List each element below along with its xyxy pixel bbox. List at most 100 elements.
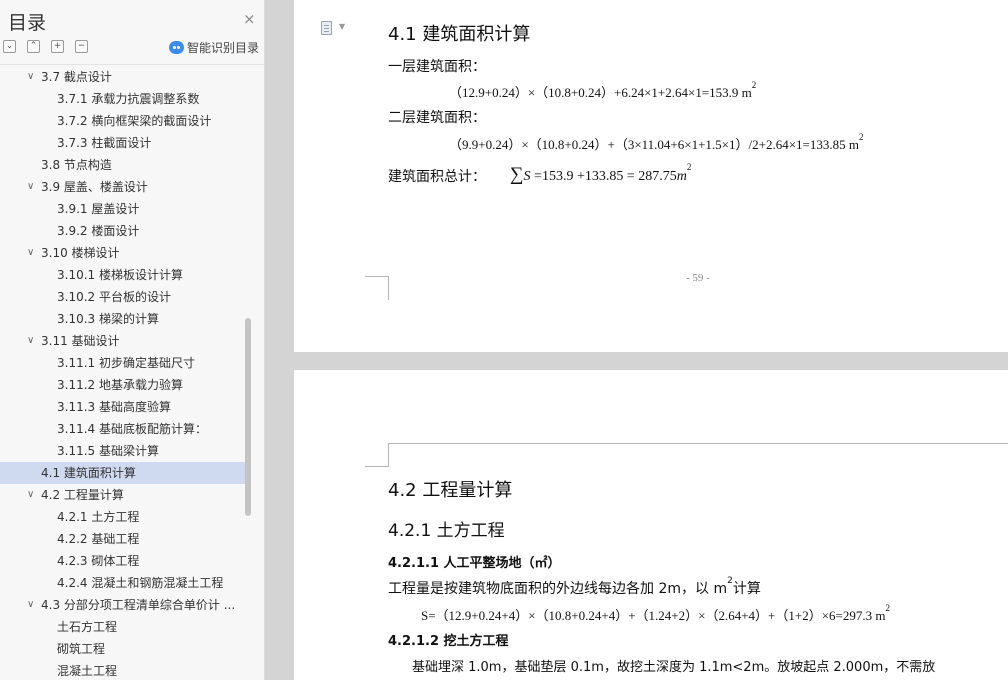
close-icon[interactable]: ×: [243, 10, 256, 28]
chevron-down-icon[interactable]: ∨: [27, 66, 34, 88]
toc-item[interactable]: ∨ 3.7 截点设计: [0, 66, 250, 88]
toc-item[interactable]: ∨ 3.9 屋盖、楼盖设计: [0, 176, 250, 198]
toc-item-label: 3.11.5 基础梁计算: [57, 444, 159, 458]
toc-list: ∨ 3.7 截点设计 3.7.1 承载力抗震调整系数 3.7.2 横向框架梁的截面设计…: [0, 66, 250, 680]
toc-item[interactable]: ∨ 4.2 工程量计算: [0, 484, 250, 506]
page-number: - 59 -: [686, 272, 710, 284]
heading-4-2-1-1: 4.2.1.1 人工平整场地（㎡）: [388, 556, 561, 571]
add-heading-icon[interactable]: +: [51, 40, 64, 53]
toc-item[interactable]: 3.9.2 楼面设计: [0, 220, 250, 242]
toc-item-label: 3.11.1 初步确定基础尺寸: [57, 356, 195, 370]
chevron-down-icon[interactable]: ∨: [27, 594, 34, 616]
toc-item-label: 3.8 节点构造: [41, 158, 112, 172]
toc-item[interactable]: 3.10.1 楼梯板设计计算: [0, 264, 250, 286]
toc-item-label: 3.10 楼梯设计: [41, 246, 120, 260]
toc-item[interactable]: 砌筑工程: [0, 638, 250, 660]
chevron-down-icon[interactable]: ∨: [27, 242, 34, 264]
heading-4-1: 4.1 建筑面积计算: [388, 24, 531, 45]
paragraph-excavation: 基础埋深 1.0m，基础垫层 0.1m，故挖土深度为 1.1m<2m。放坡起点 …: [412, 660, 936, 675]
floor2-formula: （9.9+0.24）×（10.8+0.24）+（3×11.04+6×1+1.5×…: [449, 132, 864, 152]
toc-item[interactable]: 土石方工程: [0, 616, 250, 638]
toc-item[interactable]: 3.10.3 梯梁的计算: [0, 308, 250, 330]
toc-item-label: 3.7.3 柱截面设计: [57, 136, 152, 150]
toc-sidebar: 目录 × ⌄ ⌃ + − 智能识别目录 ∨ 3.7 截点设计 3.7.1 承载力抗震…: [0, 0, 265, 680]
toc-item[interactable]: 4.2.4 混凝土和钢筋混凝土工程: [0, 572, 250, 594]
toc-item-label: 4.2 工程量计算: [41, 488, 124, 502]
toc-item[interactable]: 4.2.3 砌体工程: [0, 550, 250, 572]
toc-item-label: 3.9.1 屋盖设计: [57, 202, 140, 216]
toc-item[interactable]: 3.8 节点构造: [0, 154, 250, 176]
toc-item[interactable]: 4.2.1 土方工程: [0, 506, 250, 528]
toc-item-label: 3.7.2 横向框架梁的截面设计: [57, 114, 212, 128]
document-viewer: 目录 × ⌄ ⌃ + − 智能识别目录 ∨ 3.7 截点设计 3.7.1 承载力抗震…: [0, 0, 1008, 680]
remove-heading-icon[interactable]: −: [75, 40, 88, 53]
page-60: 4.2 工程量计算 4.2.1 土方工程 4.2.1.1 人工平整场地（㎡） 工…: [294, 370, 1008, 680]
toc-item[interactable]: 3.11.2 地基承载力验算: [0, 374, 250, 396]
floor1-formula: （12.9+0.24）×（10.8+0.24）+6.24×1+2.64×1=15…: [449, 80, 757, 100]
toc-title: 目录: [8, 12, 47, 34]
total-formula: ∑S =153.9 +133.85 = 287.75m2: [510, 162, 692, 185]
toc-item-label: 3.10.2 平台板的设计: [57, 290, 171, 304]
toc-item-label: 4.3 分部分项工程清单综合单价计 ...: [41, 598, 236, 612]
toc-item[interactable]: 3.7.2 横向框架梁的截面设计: [0, 110, 250, 132]
toc-item[interactable]: 3.11.3 基础高度验算: [0, 396, 250, 418]
toc-item-label: 3.11.2 地基承载力验算: [57, 378, 183, 392]
total-label: 建筑面积总计：: [388, 169, 486, 185]
site-leveling-formula: S=（12.9+0.24+4）×（10.8+0.24+4）+（1.24+2）×（…: [421, 603, 890, 623]
ai-robot-icon: [169, 41, 184, 54]
paragraph-site-leveling: 工程量是按建筑物底面积的外边线每边各加 2m，以 m2计算: [388, 576, 761, 597]
toc-item[interactable]: 3.9.1 屋盖设计: [0, 198, 250, 220]
expand-all-icon[interactable]: ⌃: [27, 40, 40, 53]
document-icon[interactable]: [321, 21, 332, 35]
toc-toolbar: ⌄ ⌃ + −: [3, 40, 88, 53]
toc-item[interactable]: 3.11.5 基础梁计算: [0, 440, 250, 462]
toc-item-label: 3.9.2 楼面设计: [57, 224, 140, 238]
header-rule: [389, 443, 1008, 444]
page-59: ▼ 4.1 建筑面积计算 一层建筑面积： （12.9+0.24）×（10.8+0…: [294, 0, 1008, 352]
toc-item[interactable]: ∨ 3.11 基础设计: [0, 330, 250, 352]
toc-item-label: 3.11 基础设计: [41, 334, 120, 348]
toc-item-label: 4.2.4 混凝土和钢筋混凝土工程: [57, 576, 224, 590]
floor2-label: 二层建筑面积：: [388, 110, 486, 126]
chevron-down-icon[interactable]: ▼: [339, 22, 345, 31]
toc-item-label: 3.11.3 基础高度验算: [57, 400, 171, 414]
toc-item[interactable]: 3.10.2 平台板的设计: [0, 286, 250, 308]
smart-toc-button[interactable]: 智能识别目录: [169, 39, 259, 56]
toc-scrollbar[interactable]: [245, 318, 251, 516]
chevron-down-icon[interactable]: ∨: [27, 176, 34, 198]
floor1-label: 一层建筑面积：: [388, 59, 486, 75]
page-corner-mark: [365, 276, 389, 300]
toc-item-label: 3.10.1 楼梯板设计计算: [57, 268, 183, 282]
toc-item-label: 4.2.1 土方工程: [57, 510, 140, 524]
toc-item[interactable]: 4.1 建筑面积计算: [0, 462, 250, 484]
heading-4-2-1-2: 4.2.1.2 挖土方工程: [388, 634, 509, 649]
chevron-down-icon[interactable]: ∨: [27, 330, 34, 352]
toc-item-label: 3.7 截点设计: [41, 70, 112, 84]
toc-item-label: 4.2.2 基础工程: [57, 532, 140, 546]
toc-item[interactable]: ∨ 3.10 楼梯设计: [0, 242, 250, 264]
toc-item-label: 4.2.3 砌体工程: [57, 554, 140, 568]
toc-item-label: 3.9 屋盖、楼盖设计: [41, 180, 148, 194]
toc-item[interactable]: ∨ 4.3 分部分项工程清单综合单价计 ...: [0, 594, 250, 616]
toc-item[interactable]: 4.2.2 基础工程: [0, 528, 250, 550]
heading-4-2-1: 4.2.1 土方工程: [388, 521, 505, 541]
toc-item-label: 4.1 建筑面积计算: [41, 466, 136, 480]
toc-divider: [0, 64, 264, 65]
toc-item-label: 混凝土工程: [57, 664, 118, 678]
collapse-all-icon[interactable]: ⌄: [3, 40, 16, 53]
heading-4-2: 4.2 工程量计算: [388, 480, 513, 501]
chevron-down-icon[interactable]: ∨: [27, 484, 34, 506]
page-corner-mark: [365, 443, 389, 467]
toc-item-label: 3.10.3 梯梁的计算: [57, 312, 159, 326]
toc-item-label: 3.7.1 承载力抗震调整系数: [57, 92, 200, 106]
document-canvas: ▼ 4.1 建筑面积计算 一层建筑面积： （12.9+0.24）×（10.8+0…: [265, 0, 1008, 680]
toc-item[interactable]: 3.7.3 柱截面设计: [0, 132, 250, 154]
toc-item-label: 3.11.4 基础底板配筋计算：: [57, 422, 207, 436]
toc-item-label: 土石方工程: [57, 620, 118, 634]
toc-item[interactable]: 混凝土工程: [0, 660, 250, 680]
toc-item-label: 砌筑工程: [57, 642, 106, 656]
toc-item[interactable]: 3.11.4 基础底板配筋计算：: [0, 418, 250, 440]
toc-item[interactable]: 3.11.1 初步确定基础尺寸: [0, 352, 250, 374]
smart-toc-label: 智能识别目录: [187, 41, 260, 55]
toc-item[interactable]: 3.7.1 承载力抗震调整系数: [0, 88, 250, 110]
